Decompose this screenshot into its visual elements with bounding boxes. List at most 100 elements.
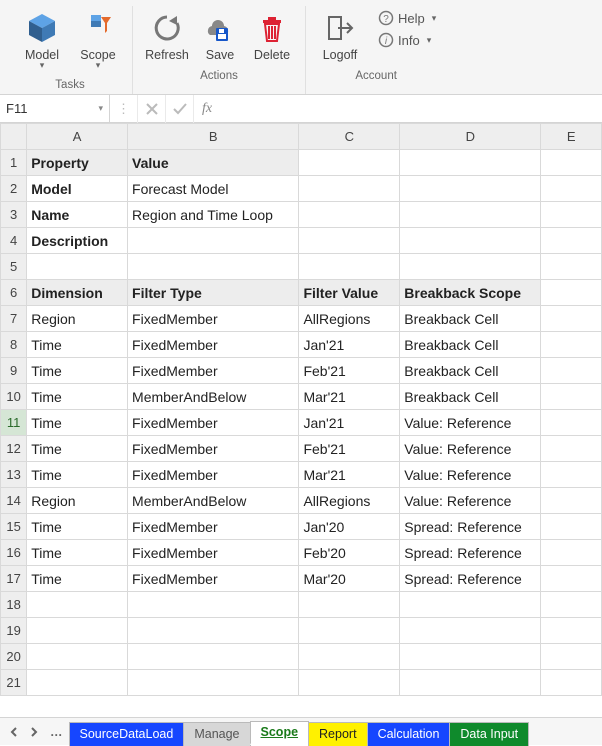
sheet-tab[interactable]: Data Input [449, 722, 529, 746]
cell[interactable] [299, 176, 400, 202]
column-header[interactable]: A [27, 124, 128, 150]
cell[interactable]: Time [27, 540, 128, 566]
row-header[interactable]: 10 [1, 384, 27, 410]
cancel-formula-button[interactable] [138, 95, 166, 123]
cell[interactable]: Jan'21 [299, 410, 400, 436]
cell[interactable]: Jan'21 [299, 332, 400, 358]
row-header[interactable]: 4 [1, 228, 27, 254]
cell[interactable] [128, 644, 299, 670]
cell[interactable]: Property [27, 150, 128, 176]
cell[interactable]: FixedMember [128, 436, 299, 462]
cell[interactable] [541, 514, 602, 540]
cell[interactable]: Time [27, 410, 128, 436]
cell[interactable] [541, 150, 602, 176]
cell[interactable]: Region [27, 488, 128, 514]
tab-nav-prev[interactable] [4, 727, 24, 737]
sheet-tab[interactable]: SourceDataLoad [69, 722, 185, 746]
cell[interactable] [541, 358, 602, 384]
cell[interactable] [541, 462, 602, 488]
cell[interactable]: FixedMember [128, 514, 299, 540]
cell[interactable] [299, 670, 400, 696]
cell[interactable]: Breakback Cell [400, 384, 541, 410]
cell[interactable] [541, 566, 602, 592]
cell[interactable]: Forecast Model [128, 176, 299, 202]
cell[interactable] [400, 670, 541, 696]
row-header[interactable]: 15 [1, 514, 27, 540]
cell[interactable]: Breakback Scope [400, 280, 541, 306]
cell[interactable]: FixedMember [128, 462, 299, 488]
cell[interactable] [400, 254, 541, 280]
cell[interactable] [541, 670, 602, 696]
row-header[interactable]: 11 [1, 410, 27, 436]
cell[interactable]: Time [27, 462, 128, 488]
cell[interactable] [400, 644, 541, 670]
help-button[interactable]: ? Help ▾ [378, 10, 436, 26]
cell[interactable] [541, 202, 602, 228]
cell[interactable]: FixedMember [128, 410, 299, 436]
cell[interactable] [541, 488, 602, 514]
cell[interactable]: Value: Reference [400, 488, 541, 514]
cell[interactable]: AllRegions [299, 306, 400, 332]
cell[interactable]: Dimension [27, 280, 128, 306]
cell[interactable] [541, 254, 602, 280]
cell[interactable]: Jan'20 [299, 514, 400, 540]
cell[interactable]: FixedMember [128, 566, 299, 592]
cell[interactable] [299, 618, 400, 644]
cell[interactable] [400, 150, 541, 176]
cell[interactable]: Mar'21 [299, 384, 400, 410]
cell[interactable]: Feb'21 [299, 436, 400, 462]
cell[interactable]: Time [27, 332, 128, 358]
cell[interactable] [128, 618, 299, 644]
row-header[interactable]: 3 [1, 202, 27, 228]
cell[interactable] [541, 306, 602, 332]
tab-overflow[interactable]: … [44, 725, 69, 739]
cell[interactable]: Value: Reference [400, 436, 541, 462]
cell[interactable]: FixedMember [128, 358, 299, 384]
column-header[interactable]: E [541, 124, 602, 150]
cell[interactable] [400, 202, 541, 228]
save-button[interactable]: Save [195, 6, 245, 66]
cell[interactable]: Spread: Reference [400, 540, 541, 566]
cell[interactable] [541, 540, 602, 566]
row-header[interactable]: 18 [1, 592, 27, 618]
cell[interactable]: FixedMember [128, 540, 299, 566]
cell[interactable]: Value: Reference [400, 462, 541, 488]
cell[interactable]: Time [27, 358, 128, 384]
column-header[interactable]: D [400, 124, 541, 150]
scope-button[interactable]: Scope ▾ [70, 6, 126, 75]
cell[interactable]: Breakback Cell [400, 306, 541, 332]
cell[interactable] [541, 332, 602, 358]
row-header[interactable]: 1 [1, 150, 27, 176]
formula-input[interactable] [220, 95, 602, 122]
column-header[interactable]: C [299, 124, 400, 150]
cell[interactable]: Region and Time Loop [128, 202, 299, 228]
column-header[interactable]: B [128, 124, 299, 150]
cell[interactable]: Mar'20 [299, 566, 400, 592]
cell[interactable]: FixedMember [128, 332, 299, 358]
cell[interactable]: Feb'21 [299, 358, 400, 384]
cell[interactable] [27, 618, 128, 644]
row-header[interactable]: 12 [1, 436, 27, 462]
row-header[interactable]: 16 [1, 540, 27, 566]
fx-label[interactable]: fx [194, 95, 220, 122]
row-header[interactable]: 20 [1, 644, 27, 670]
row-header[interactable]: 6 [1, 280, 27, 306]
cell[interactable] [541, 228, 602, 254]
cell[interactable]: Model [27, 176, 128, 202]
cell[interactable]: Filter Value [299, 280, 400, 306]
sheet-tab[interactable]: Report [308, 722, 368, 746]
sheet-tab[interactable]: Scope [250, 721, 310, 745]
cell[interactable]: Region [27, 306, 128, 332]
cell[interactable] [400, 592, 541, 618]
cell[interactable] [541, 618, 602, 644]
tab-nav-next[interactable] [24, 727, 44, 737]
cell[interactable] [541, 410, 602, 436]
row-header[interactable]: 14 [1, 488, 27, 514]
delete-button[interactable]: Delete [245, 6, 299, 66]
row-header[interactable]: 7 [1, 306, 27, 332]
cell[interactable] [400, 176, 541, 202]
accept-formula-button[interactable] [166, 95, 194, 123]
select-all-corner[interactable] [1, 124, 27, 150]
row-header[interactable]: 5 [1, 254, 27, 280]
cell[interactable] [299, 254, 400, 280]
